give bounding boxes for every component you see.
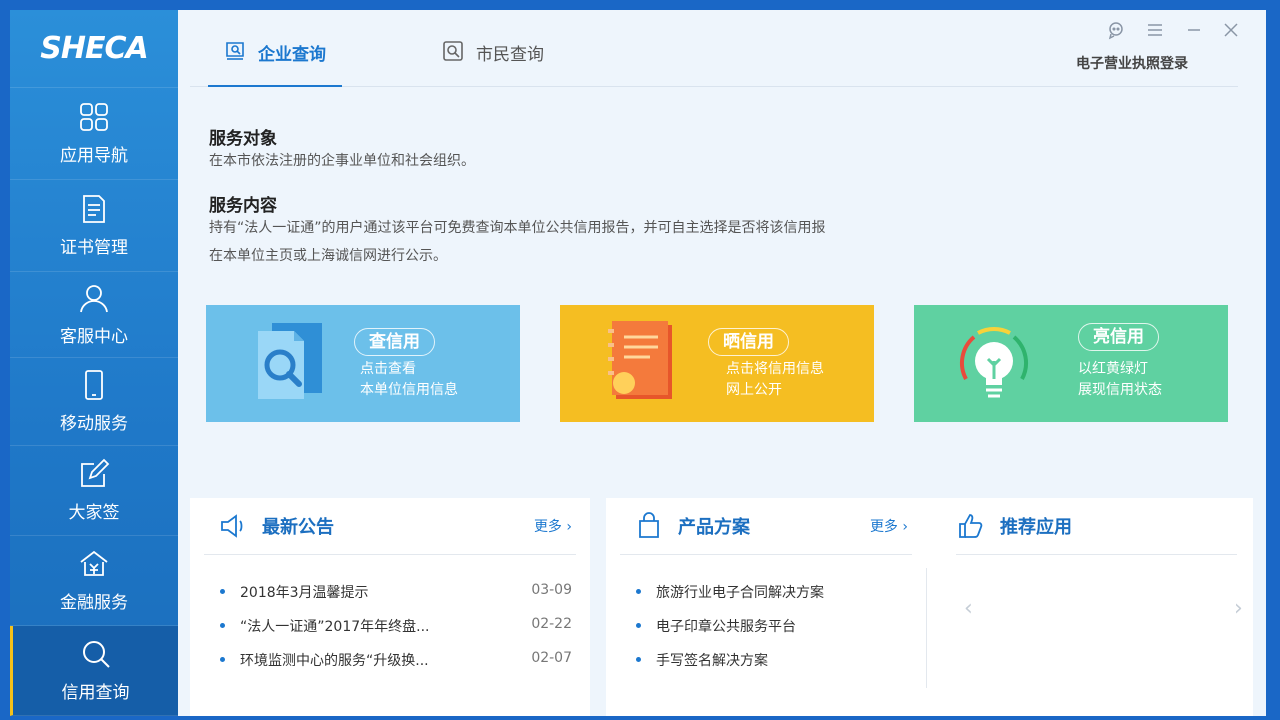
bank-icon <box>78 548 110 580</box>
panel-header: 最新公告 更多 › <box>204 498 576 555</box>
products-panel: 产品方案 更多 › 旅游行业电子合同解决方案 电子印章公共服务平台 手写签名解决… <box>606 498 926 716</box>
panel-title: 最新公告 <box>262 513 334 539</box>
bag-icon <box>634 511 664 541</box>
sidebar-item-label: 移动服务 <box>60 409 128 434</box>
panel-header: 推荐应用 <box>956 498 1237 555</box>
card-share-credit[interactable]: 晒信用 点击将信用信息 网上公开 <box>560 305 874 422</box>
document-icon <box>78 193 110 225</box>
more-link[interactable]: 更多 › <box>870 516 908 536</box>
search-icon <box>80 638 112 670</box>
sidebar-item-label: 信用查询 <box>62 678 130 703</box>
item-date: 02-07 <box>531 650 572 666</box>
tab-label: 市民查询 <box>476 40 544 65</box>
more-link[interactable]: 更多 › <box>534 516 572 536</box>
service-target-title: 服务对象 <box>209 124 277 149</box>
logo-text: SHECA <box>40 31 147 66</box>
sidebar-item-credit-query[interactable]: 信用查询 <box>10 626 178 716</box>
sidebar-item-label: 证书管理 <box>60 233 128 258</box>
panel-title: 产品方案 <box>678 513 750 539</box>
divider <box>926 568 927 688</box>
mobile-icon <box>78 369 110 401</box>
tab-label: 企业查询 <box>258 40 326 65</box>
item-text: 2018年3月温馨提示 <box>240 585 369 601</box>
panel-title: 推荐应用 <box>1000 513 1072 539</box>
product-list: 旅游行业电子合同解决方案 电子印章公共服务平台 手写签名解决方案 <box>636 582 908 684</box>
service-target-text: 在本市依法注册的企事业单位和社会组织。 <box>209 147 989 175</box>
announcements-panel: 最新公告 更多 › 2018年3月温馨提示 03-09 “法人一证通”2017年年… <box>190 498 590 716</box>
recommend-panel: 推荐应用 ‹ › <box>926 498 1253 716</box>
user-icon <box>78 282 110 314</box>
item-text: 电子印章公共服务平台 <box>656 619 796 635</box>
list-item[interactable]: 旅游行业电子合同解决方案 <box>636 582 908 616</box>
card-line2: 展现信用状态 <box>1078 380 1162 401</box>
document-search-icon <box>236 317 336 409</box>
grid-icon <box>78 101 110 133</box>
sidebar-item-label: 大家签 <box>69 498 120 523</box>
card-show-credit[interactable]: 亮信用 以红黄绿灯 展现信用状态 <box>914 305 1228 422</box>
next-arrow-icon[interactable]: › <box>1234 596 1243 621</box>
edit-icon <box>78 458 110 490</box>
notebook-icon <box>590 317 690 409</box>
service-content-text-1: 持有“法人一证通”的用户通过该平台可免费查询本单位公共信用报告，并可自主选择是否… <box>209 214 989 242</box>
search-icon <box>442 40 464 62</box>
service-content-title: 服务内容 <box>209 191 277 216</box>
card-line1: 点击查看 <box>360 359 416 380</box>
item-text: 旅游行业电子合同解决方案 <box>656 585 824 601</box>
tab-enterprise-query[interactable]: 企业查询 <box>224 40 326 87</box>
thumbs-up-icon <box>956 511 986 541</box>
sidebar-item-label: 应用导航 <box>60 141 128 166</box>
lightbulb-icon <box>944 317 1044 409</box>
document-search-icon <box>224 40 246 62</box>
item-text: 环境监测中心的服务“升级换... <box>240 653 429 669</box>
list-item[interactable]: 电子印章公共服务平台 <box>636 616 908 650</box>
sidebar: SHECA 应用导航 证书管理 客服中心 移动服务 <box>10 10 178 716</box>
card-title: 查信用 <box>354 328 435 356</box>
item-date: 02-22 <box>531 616 572 632</box>
sidebar-item-financial-service[interactable]: 金融服务 <box>10 536 178 626</box>
item-date: 03-09 <box>531 582 572 598</box>
list-item[interactable]: 环境监测中心的服务“升级换... 02-07 <box>220 650 572 684</box>
sidebar-item-dajiaqian[interactable]: 大家签 <box>10 446 178 536</box>
panel-header: 产品方案 更多 › <box>620 498 912 555</box>
card-title: 晒信用 <box>708 328 789 356</box>
license-login-link[interactable]: 电子营业执照登录 <box>1076 53 1188 73</box>
card-line2: 网上公开 <box>726 380 782 401</box>
app-window: SHECA 应用导航 证书管理 客服中心 移动服务 <box>10 10 1266 716</box>
card-check-credit[interactable]: 查信用 点击查看 本单位信用信息 <box>206 305 520 422</box>
card-line1: 以红黄绿灯 <box>1078 359 1148 380</box>
sidebar-item-label: 金融服务 <box>60 588 128 613</box>
logo: SHECA <box>10 10 178 88</box>
service-content-text-2: 在本单位主页或上海诚信网进行公示。 <box>209 242 989 270</box>
sidebar-item-customer-service[interactable]: 客服中心 <box>10 272 178 358</box>
card-line1: 点击将信用信息 <box>726 359 824 380</box>
list-item[interactable]: 2018年3月温馨提示 03-09 <box>220 582 572 616</box>
speaker-icon <box>218 511 248 541</box>
prev-arrow-icon[interactable]: ‹ <box>964 596 973 621</box>
tab-citizen-query[interactable]: 市民查询 <box>442 40 544 87</box>
item-text: 手写签名解决方案 <box>656 653 768 669</box>
card-line2: 本单位信用信息 <box>360 380 458 401</box>
announcement-list: 2018年3月温馨提示 03-09 “法人一证通”2017年年终盘... 02-22… <box>220 582 572 684</box>
sidebar-item-label: 客服中心 <box>60 322 128 347</box>
sidebar-item-cert-manage[interactable]: 证书管理 <box>10 180 178 272</box>
card-title: 亮信用 <box>1078 323 1159 351</box>
tab-bar: 企业查询 市民查询 <box>190 10 1238 87</box>
list-item[interactable]: 手写签名解决方案 <box>636 650 908 684</box>
sidebar-item-mobile-service[interactable]: 移动服务 <box>10 358 178 446</box>
sidebar-item-app-nav[interactable]: 应用导航 <box>10 88 178 180</box>
list-item[interactable]: “法人一证通”2017年年终盘... 02-22 <box>220 616 572 650</box>
item-text: “法人一证通”2017年年终盘... <box>240 619 430 635</box>
